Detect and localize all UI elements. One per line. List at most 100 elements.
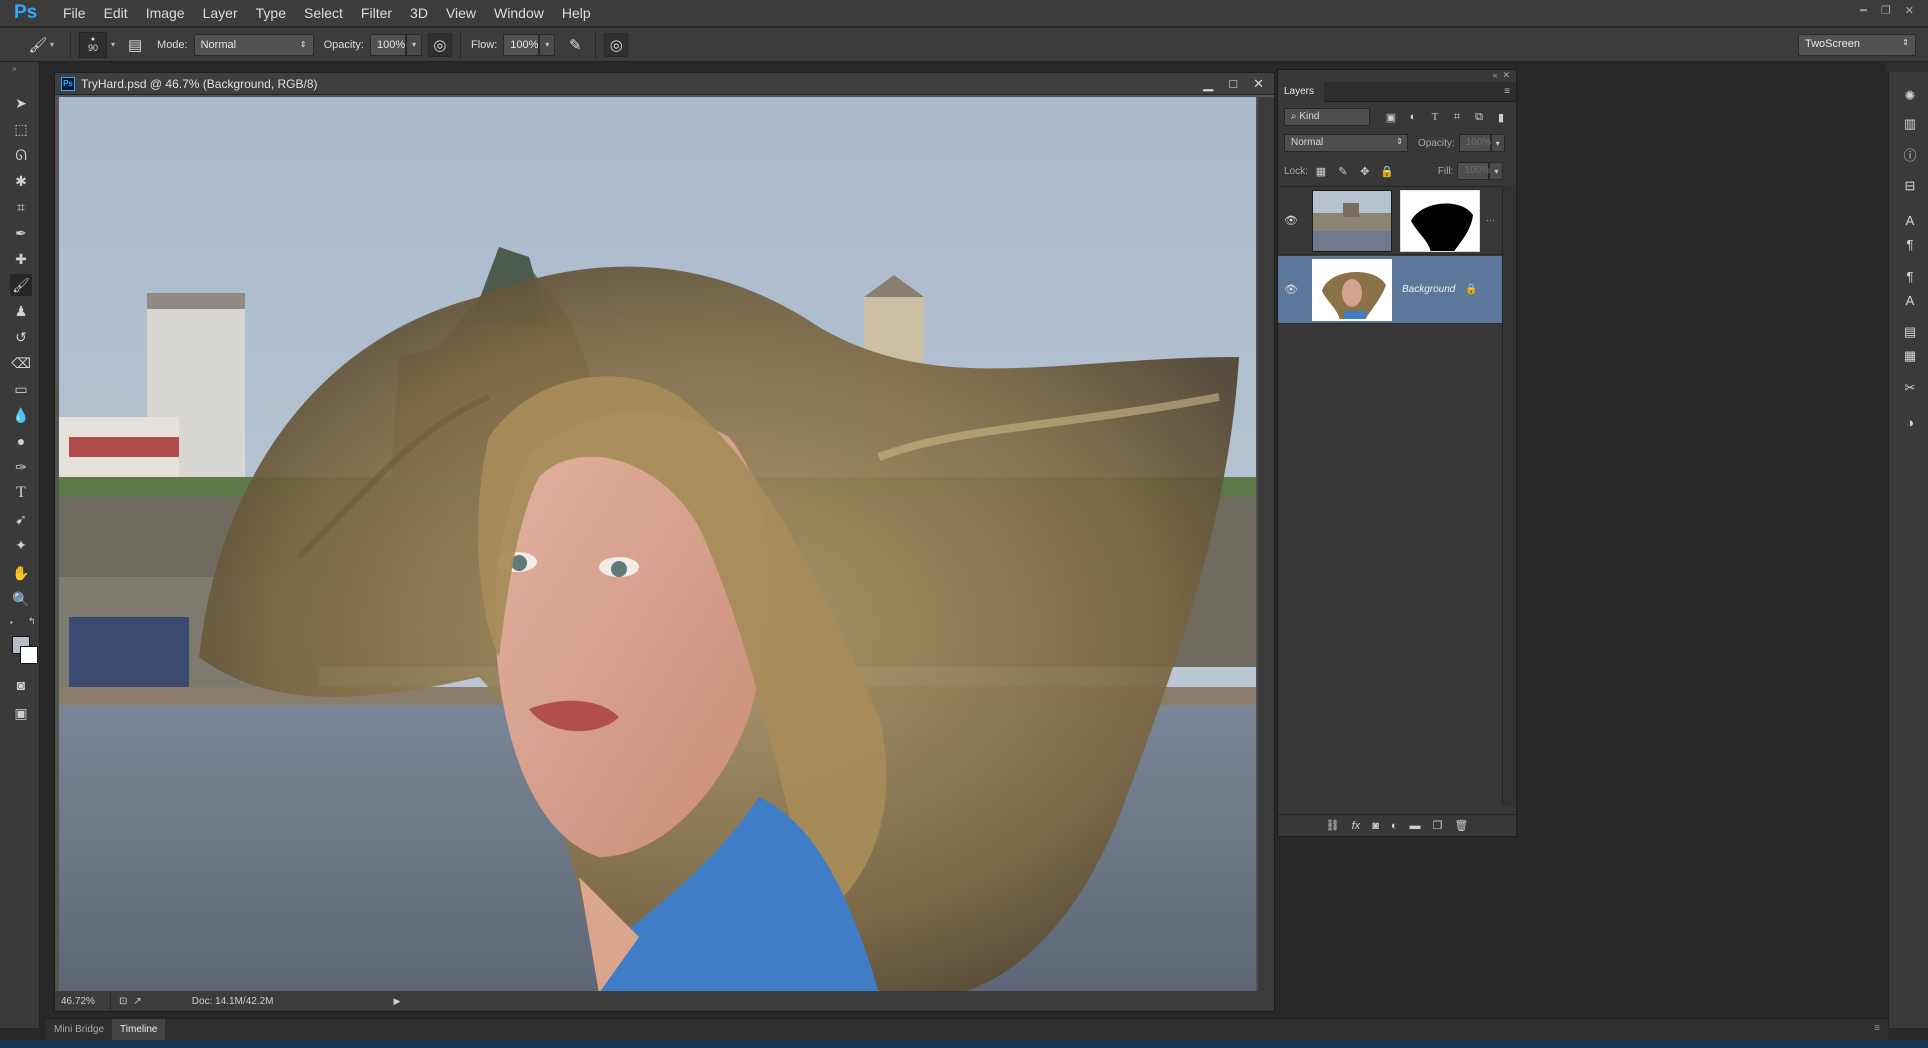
type-tool-icon[interactable]: T bbox=[10, 482, 32, 504]
chevron-down-icon[interactable]: ▾ bbox=[111, 40, 115, 49]
crop-tool-icon[interactable]: ⌗ bbox=[10, 196, 32, 218]
document-tab[interactable]: Ps TryHard.psd @ 46.7% (Background, RGB/… bbox=[55, 73, 1274, 95]
brush-panel-toggle-icon[interactable]: ▤ bbox=[123, 33, 147, 57]
opacity-input[interactable]: 100% bbox=[369, 33, 406, 56]
menu-view[interactable]: View bbox=[437, 0, 485, 27]
fill-input[interactable]: 100% bbox=[1457, 162, 1490, 180]
layer-row-masked[interactable]: 👁 ⋯ bbox=[1278, 187, 1502, 255]
brush-tool-icon[interactable]: 🖌 bbox=[10, 274, 32, 296]
magic-wand-tool-icon[interactable]: ✱ bbox=[10, 170, 32, 192]
vertical-scrollbar[interactable] bbox=[1258, 97, 1274, 993]
brush-size-picker[interactable]: ● 90 bbox=[79, 31, 108, 58]
expand-toolbar-icon[interactable]: » bbox=[12, 64, 16, 73]
lock-image-icon[interactable]: ✎ bbox=[1334, 162, 1352, 180]
menu-window[interactable]: Window bbox=[485, 0, 553, 27]
zoom-tool-icon[interactable]: 🔍 bbox=[10, 588, 32, 610]
chevron-down-icon[interactable]: ▾ bbox=[50, 40, 54, 49]
info-panel-icon[interactable]: ⓘ bbox=[1900, 144, 1920, 164]
layer-mask-thumbnail[interactable] bbox=[1400, 189, 1480, 252]
layer-comps-panel-icon[interactable]: ⊟ bbox=[1900, 176, 1920, 196]
link-layers-icon[interactable]: ⛓ bbox=[1326, 819, 1340, 832]
layer-opacity-slider-toggle[interactable]: ▾ bbox=[1490, 134, 1505, 152]
blend-mode-select[interactable]: Normal ⇕ bbox=[1284, 134, 1408, 152]
close-icon[interactable]: ✕ bbox=[1253, 76, 1264, 92]
tab-mini-bridge[interactable]: Mini Bridge bbox=[46, 1019, 112, 1041]
menu-filter[interactable]: Filter bbox=[352, 0, 401, 27]
path-selection-tool-icon[interactable]: ➹ bbox=[10, 508, 32, 530]
menu-image[interactable]: Image bbox=[137, 0, 194, 27]
layer-opacity-input[interactable]: 100% bbox=[1458, 134, 1491, 152]
swap-colors-icon[interactable]: ↰ bbox=[28, 616, 36, 627]
status-preview-icon[interactable]: ⊡ bbox=[119, 996, 127, 1007]
brush-tool-preset-icon[interactable]: 🖌 bbox=[26, 33, 50, 57]
filter-toggle-icon[interactable]: ▮ bbox=[1492, 108, 1510, 126]
trash-icon[interactable]: 🗑 bbox=[1454, 819, 1468, 832]
filter-adjustment-icon[interactable]: ◐ bbox=[1404, 108, 1422, 126]
clone-stamp-tool-icon[interactable]: ♟ bbox=[10, 300, 32, 322]
mode-select[interactable]: Normal ⇕ bbox=[193, 33, 314, 56]
color-panel-icon[interactable]: ✺ bbox=[1900, 86, 1920, 106]
share-icon[interactable]: ↗ bbox=[133, 996, 141, 1007]
panel-collapse-icon[interactable]: « ✕ bbox=[1492, 70, 1510, 81]
lasso-tool-icon[interactable]: ᘏ bbox=[10, 144, 32, 166]
eraser-tool-icon[interactable]: ⌫ bbox=[10, 352, 32, 374]
new-group-icon[interactable]: ▬ bbox=[1410, 820, 1421, 832]
lock-all-icon[interactable]: 🔒 bbox=[1378, 162, 1396, 180]
minimize-icon[interactable]: ━ bbox=[1860, 4, 1867, 17]
shape-tool-icon[interactable]: ✦ bbox=[10, 534, 32, 556]
flow-input[interactable]: 100% bbox=[503, 33, 540, 56]
history-brush-tool-icon[interactable]: ↺ bbox=[10, 326, 32, 348]
filter-pixel-icon[interactable]: ▣ bbox=[1382, 108, 1400, 126]
restore-icon[interactable]: ❐ bbox=[1881, 4, 1891, 17]
tab-timeline[interactable]: Timeline bbox=[112, 1018, 166, 1041]
menu-select[interactable]: Select bbox=[295, 0, 352, 27]
move-tool-icon[interactable]: ➤ bbox=[10, 92, 32, 114]
workspace-select[interactable]: TwoScreen ⇕ bbox=[1798, 34, 1916, 56]
layers-tab[interactable]: Layers bbox=[1278, 82, 1324, 102]
panel-menu-icon[interactable]: ≡ bbox=[1874, 1023, 1880, 1034]
gradient-tool-icon[interactable]: ▭ bbox=[10, 378, 32, 400]
marquee-tool-icon[interactable]: ⬚ bbox=[10, 118, 32, 140]
histogram-panel-icon[interactable]: ▥ bbox=[1900, 114, 1920, 134]
menu-layer[interactable]: Layer bbox=[194, 0, 247, 27]
character-panel-icon[interactable]: A bbox=[1900, 210, 1920, 230]
new-layer-icon[interactable]: ❐ bbox=[1433, 819, 1443, 832]
paragraph-panel-icon[interactable]: ¶ bbox=[1900, 234, 1920, 254]
menu-type[interactable]: Type bbox=[247, 0, 295, 27]
lock-position-icon[interactable]: ✥ bbox=[1356, 162, 1374, 180]
status-menu-arrow-icon[interactable]: ▶ bbox=[394, 996, 401, 1007]
healing-brush-tool-icon[interactable]: ✚ bbox=[10, 248, 32, 270]
pen-tool-icon[interactable]: ✑ bbox=[10, 456, 32, 478]
pressure-opacity-icon[interactable]: ◎ bbox=[427, 32, 452, 57]
minimize-icon[interactable]: ▁ bbox=[1203, 76, 1213, 92]
visibility-eye-icon[interactable]: 👁 bbox=[1278, 283, 1304, 296]
airbrush-icon[interactable]: ✎ bbox=[563, 33, 587, 57]
background-color-swatch[interactable] bbox=[20, 646, 38, 664]
menu-edit[interactable]: Edit bbox=[95, 0, 137, 27]
default-colors-icon[interactable]: ▪ bbox=[10, 618, 13, 627]
pressure-size-icon[interactable]: ◎ bbox=[604, 32, 629, 57]
flow-slider-toggle[interactable]: ▾ bbox=[539, 33, 556, 56]
panel-menu-icon[interactable]: ≡ bbox=[1504, 86, 1510, 97]
eyedropper-tool-icon[interactable]: ✒ bbox=[10, 222, 32, 244]
actions-panel-icon[interactable]: ▦ bbox=[1900, 346, 1920, 366]
hand-tool-icon[interactable]: ✋ bbox=[10, 562, 32, 584]
filter-type-icon[interactable]: T bbox=[1426, 108, 1444, 126]
filter-shape-icon[interactable]: ⌗ bbox=[1448, 108, 1466, 126]
quick-mask-icon[interactable]: ◙ bbox=[10, 674, 32, 696]
visibility-eye-icon[interactable]: 👁 bbox=[1278, 214, 1304, 227]
screen-mode-icon[interactable]: ▣ bbox=[10, 702, 32, 724]
close-icon[interactable]: ✕ bbox=[1905, 4, 1914, 17]
layer-thumbnail-city[interactable] bbox=[1312, 189, 1392, 252]
zoom-level[interactable]: 46.72% bbox=[55, 991, 111, 1011]
adjustment-layer-icon[interactable]: ◐ bbox=[1391, 820, 1398, 832]
adjustments-panel-icon[interactable]: ◑ bbox=[1900, 412, 1920, 432]
filter-smart-object-icon[interactable]: ⧉ bbox=[1470, 108, 1488, 126]
maximize-icon[interactable]: □ bbox=[1229, 76, 1237, 92]
layer-row-background[interactable]: 👁 Background 🔒 bbox=[1278, 256, 1502, 324]
dodge-tool-icon[interactable]: ● bbox=[10, 430, 32, 452]
notes-panel-icon[interactable]: ▤ bbox=[1900, 322, 1920, 342]
character-styles-panel-icon[interactable]: ¶ bbox=[1900, 266, 1920, 286]
filter-kind-select[interactable]: ⌕ Kind bbox=[1284, 108, 1370, 126]
lock-transparent-icon[interactable]: ▦ bbox=[1312, 162, 1330, 180]
